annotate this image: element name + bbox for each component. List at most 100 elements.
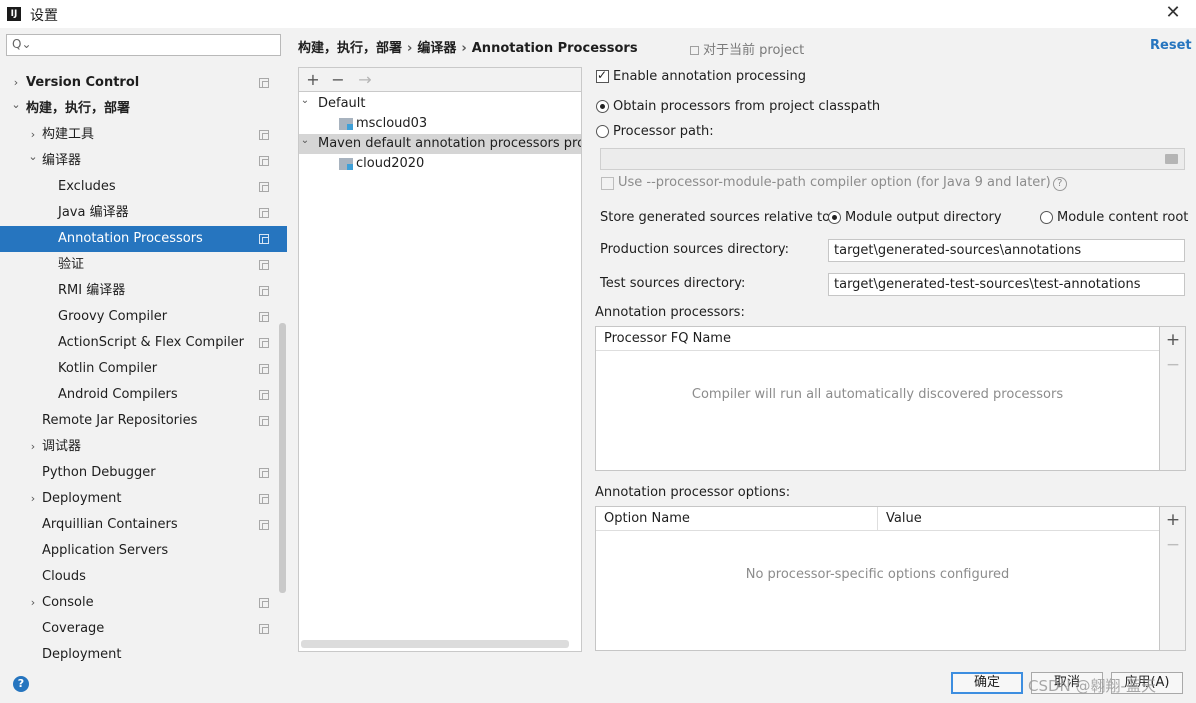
sidebar-item[interactable]: › 调试器 [0,434,287,460]
profile-row[interactable]: ⌄ Default [299,94,581,114]
obtain-from-classpath-radio[interactable] [596,100,609,113]
sidebar-item[interactable]: ActionScript & Flex Compiler [0,330,287,356]
project-scope-icon [259,364,269,374]
profiles-panel: + − → ⌄ Default mscloud03 ⌄ Maven default an… [298,67,582,652]
breadcrumb-separator: › [461,41,467,56]
chevron-down-icon[interactable]: ⌄ [27,144,39,170]
sidebar-item-label: Version Control [26,75,140,90]
sidebar-item-label: 构建工具 [42,127,95,142]
chevron-down-icon[interactable]: ⌄ [10,92,22,118]
sidebar-item[interactable]: Coverage [0,616,287,642]
processor-path-radio[interactable] [596,125,609,138]
sidebar-item-label: Java 编译器 [58,205,129,220]
scope-label: 对于当前 project [690,39,804,58]
module-row[interactable]: mscloud03 [299,114,581,134]
scope-text: 对于当前 project [703,43,805,58]
sidebar-item[interactable]: Remote Jar Repositories [0,408,287,434]
project-scope-icon [259,130,269,140]
remove-option-button[interactable]: − [1160,534,1186,556]
test-sources-input[interactable]: target\generated-test-sources\test-annot… [828,273,1185,296]
enable-annotation-processing-checkbox[interactable] [596,68,609,83]
sidebar-scrollbar[interactable] [279,323,286,593]
move-module-button[interactable]: → [354,69,376,91]
module-icon [339,158,353,170]
sidebar-item-label: Coverage [42,621,105,636]
module-label: cloud2020 [356,156,425,171]
sidebar-item-label: Remote Jar Repositories [42,413,198,428]
processors-empty-text: Compiler will run all automatically disc… [691,387,1064,402]
sidebar-item-label: Annotation Processors [58,231,203,246]
sidebar-item-label: Clouds [42,569,86,584]
processor-options-table[interactable]: Option Name Value No processor-specific … [595,506,1160,651]
profiles-horizontal-scrollbar[interactable] [301,640,569,648]
sidebar-item[interactable]: Groovy Compiler [0,304,287,330]
chevron-down-icon[interactable]: ⌄ [299,134,311,151]
close-icon[interactable]: ✕ [1162,2,1184,24]
settings-search-input[interactable]: Q⌄ [6,34,281,56]
sidebar-item-label: Deployment [42,647,122,662]
add-profile-button[interactable]: + [302,69,324,91]
copy-icon [690,46,699,55]
project-scope-icon [259,520,269,530]
enable-annotation-processing-label: Enable annotation processing [613,69,806,84]
add-option-button[interactable]: + [1160,509,1186,531]
production-sources-input[interactable]: target\generated-sources\annotations [828,239,1185,262]
sidebar-item-label: Arquillian Containers [42,517,178,532]
option-name-header[interactable]: Option Name [596,507,878,531]
module-row[interactable]: cloud2020 [299,154,581,174]
sidebar-item[interactable]: Python Debugger [0,460,287,486]
processor-module-path-text: Use --processor-module-path compiler opt… [618,175,1051,190]
chevron-right-icon[interactable]: › [27,486,39,512]
sidebar-item-label: Python Debugger [42,465,156,480]
sidebar-item[interactable]: › 构建工具 [0,122,287,148]
add-processor-button[interactable]: + [1160,329,1186,351]
sidebar-item[interactable]: 验证 [0,252,287,278]
project-scope-icon [259,494,269,504]
project-scope-icon [259,416,269,426]
sidebar-item[interactable]: Annotation Processors [0,226,287,252]
chevron-right-icon[interactable]: › [27,590,39,616]
sidebar-item[interactable]: Java 编译器 [0,200,287,226]
annotation-processors-table[interactable]: Processor FQ Name Compiler will run all … [595,326,1160,471]
chevron-down-icon[interactable]: ⌄ [299,94,311,111]
sidebar-item[interactable]: Excludes [0,174,287,200]
profile-row[interactable]: ⌄ Maven default annotation processors pro… [299,134,581,154]
sidebar-item[interactable]: Deployment [0,642,287,662]
option-value-header[interactable]: Value [878,507,1159,531]
module-output-directory-radio[interactable] [828,211,841,224]
project-scope-icon [259,260,269,270]
sidebar-item[interactable]: Arquillian Containers [0,512,287,538]
sidebar-item-label: 调试器 [42,439,82,454]
sidebar-item[interactable]: › Console [0,590,287,616]
sidebar-item[interactable]: ⌄ 编译器 [0,148,287,174]
project-scope-icon [259,156,269,166]
options-side-toolbar: + − [1160,506,1186,651]
ok-button[interactable]: 确定 [951,672,1023,694]
chevron-right-icon[interactable]: › [27,434,39,460]
breadcrumb-current: Annotation Processors [471,41,638,56]
sidebar-item[interactable]: Application Servers [0,538,287,564]
sidebar-item-label: Android Compilers [58,387,178,402]
window-title: 设置 [30,8,58,24]
project-scope-icon [259,468,269,478]
sidebar-item[interactable]: Kotlin Compiler [0,356,287,382]
sidebar-item[interactable]: Android Compilers [0,382,287,408]
production-sources-label: Production sources directory: [600,242,789,257]
sidebar-item[interactable]: Clouds [0,564,287,590]
help-icon[interactable]: ? [13,676,29,692]
reset-link[interactable]: Reset [1150,38,1192,53]
project-scope-icon [259,182,269,192]
processor-fq-name-header[interactable]: Processor FQ Name [596,327,1159,351]
sidebar-item[interactable]: › Version Control [0,70,287,96]
module-content-root-radio[interactable] [1040,211,1053,224]
settings-sidebar: Q⌄ › Version Control ⌄ 构建，执行，部署 › 构建工具 ⌄ 编译器 Exc… [0,28,287,662]
sidebar-item[interactable]: RMI 编译器 [0,278,287,304]
sidebar-item[interactable]: › Deployment [0,486,287,512]
sidebar-item-label: 编译器 [42,153,82,168]
remove-processor-button[interactable]: − [1160,354,1186,376]
sidebar-item-label: Groovy Compiler [58,309,168,324]
sidebar-item[interactable]: ⌄ 构建，执行，部署 [0,96,287,122]
help-icon[interactable]: ? [1052,177,1067,191]
intellij-logo-icon: IJ [7,7,21,21]
remove-profile-button[interactable]: − [327,69,349,91]
